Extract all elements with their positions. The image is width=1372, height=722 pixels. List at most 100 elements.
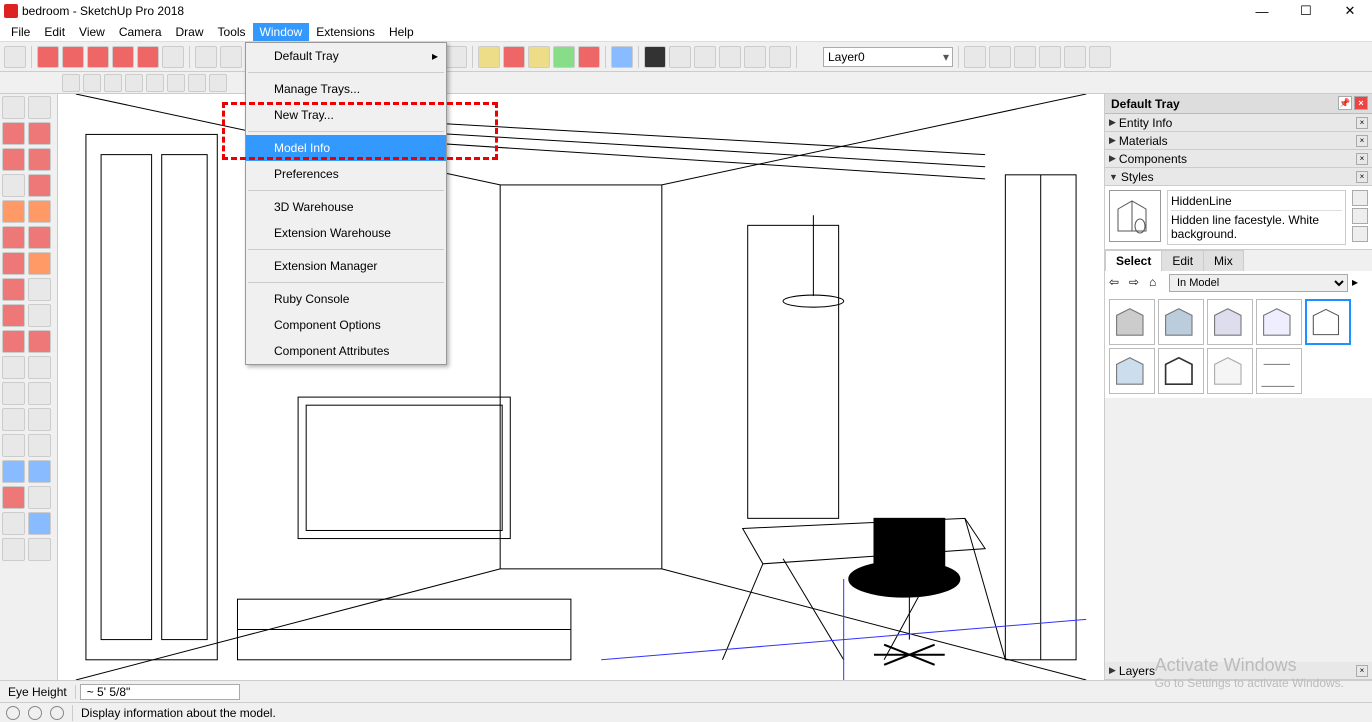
details-icon[interactable]: ▸ [1352,275,1368,291]
home-icon[interactable]: ⌂ [1149,275,1165,291]
freehand-icon[interactable] [28,148,51,171]
pie-icon[interactable] [28,252,51,275]
offset-icon[interactable] [220,46,242,68]
tool-icon[interactable] [578,46,600,68]
style-thumb[interactable] [1109,299,1155,345]
style-thumb[interactable] [1207,299,1253,345]
menu-item-model-info[interactable]: Model Info [246,135,446,161]
polygon-icon[interactable] [28,200,51,223]
tool-icon[interactable] [104,74,122,92]
scale-icon[interactable] [2,330,25,353]
tool-icon[interactable] [611,46,633,68]
menu-item-component-attributes[interactable]: Component Attributes [246,338,446,364]
arc2-icon[interactable] [28,226,51,249]
info-icon[interactable] [28,706,42,720]
tool-icon[interactable] [1064,46,1086,68]
rectangle-tool-icon[interactable] [112,46,134,68]
style-new-icon[interactable] [1352,208,1368,224]
3dtext-icon[interactable] [28,408,51,431]
tool-icon[interactable] [503,46,525,68]
rotated-rect-icon[interactable] [28,174,51,197]
close-tray-icon[interactable]: × [1354,96,1368,110]
panel-layers[interactable]: ▶ Layers × [1105,662,1372,680]
style-refresh-icon[interactable] [1352,226,1368,242]
arc-tool-icon[interactable] [87,46,109,68]
circle-tool-icon[interactable] [137,46,159,68]
tool-icon[interactable] [28,96,51,119]
tray-title[interactable]: Default Tray 📌 × [1105,94,1372,114]
panel-entity-info[interactable]: ▶ Entity Info × [1105,114,1372,132]
tool-icon[interactable] [188,74,206,92]
layer-dropdown[interactable]: Layer0 [823,47,953,67]
menu-file[interactable]: File [4,23,37,41]
tab-mix[interactable]: Mix [1203,250,1244,271]
pan-icon[interactable] [28,434,51,457]
tool-icon[interactable] [167,74,185,92]
style-thumb-selected[interactable] [1305,299,1351,345]
tool-icon[interactable] [528,46,550,68]
settings-icon[interactable] [769,46,791,68]
section-icon[interactable] [28,538,51,561]
select-tool-icon[interactable] [4,46,26,68]
zoom-icon[interactable] [2,460,25,483]
tool-icon[interactable] [719,46,741,68]
tool-icon[interactable] [694,46,716,68]
menu-item-3d-warehouse[interactable]: 3D Warehouse [246,194,446,220]
style-thumb[interactable] [1207,348,1253,394]
arc-icon[interactable] [2,226,25,249]
menu-item-component-options[interactable]: Component Options [246,312,446,338]
zoomwindow-icon[interactable] [28,460,51,483]
panel-materials[interactable]: ▶ Materials × [1105,132,1372,150]
line-tool-icon[interactable] [62,46,84,68]
menu-item-extension-warehouse[interactable]: Extension Warehouse [246,220,446,246]
zoomext-icon[interactable] [2,486,25,509]
pushpull-icon[interactable] [195,46,217,68]
arc3-icon[interactable] [2,252,25,275]
menu-item-ruby-console[interactable]: Ruby Console [246,286,446,312]
viewport[interactable] [58,94,1104,680]
nav-forward-icon[interactable]: ⇨ [1129,275,1145,291]
previous-icon[interactable] [28,486,51,509]
pin-icon[interactable]: 📌 [1338,96,1352,110]
tool-icon[interactable] [62,74,80,92]
orbit-icon[interactable] [2,434,25,457]
tape-icon[interactable] [2,356,25,379]
menu-view[interactable]: View [72,23,112,41]
menu-item-default-tray[interactable]: Default Tray [246,43,446,69]
tab-select[interactable]: Select [1105,250,1162,271]
tool-icon[interactable] [1014,46,1036,68]
stop-icon[interactable] [669,46,691,68]
panel-close-icon[interactable]: × [1356,117,1368,129]
style-thumb[interactable] [1256,348,1302,394]
panel-close-icon[interactable]: × [1356,171,1368,183]
tool-icon[interactable] [83,74,101,92]
menu-extensions[interactable]: Extensions [309,23,382,41]
close-button[interactable]: ✕ [1328,0,1372,22]
warehouse-icon[interactable] [964,46,986,68]
tool-icon[interactable] [28,122,51,145]
walk-icon[interactable] [2,538,25,561]
tool-icon[interactable] [146,74,164,92]
tool-icon[interactable] [1089,46,1111,68]
tool-icon[interactable] [1039,46,1061,68]
tool-icon[interactable] [989,46,1011,68]
tool-icon[interactable] [162,46,184,68]
tool-icon[interactable] [553,46,575,68]
axes-icon[interactable] [2,408,25,431]
menu-tools[interactable]: Tools [211,23,253,41]
tool-icon[interactable] [125,74,143,92]
menu-edit[interactable]: Edit [37,23,72,41]
menu-item-manage-trays[interactable]: Manage Trays... [246,76,446,102]
dimension-icon[interactable] [28,356,51,379]
measure-value[interactable]: ~ 5' 5/8" [80,684,240,700]
style-update-icon[interactable] [1352,190,1368,206]
text-icon[interactable] [28,382,51,405]
panel-close-icon[interactable]: × [1356,135,1368,147]
menu-help[interactable]: Help [382,23,421,41]
pushpull-icon[interactable] [28,278,51,301]
protractor-icon[interactable] [2,382,25,405]
move-icon[interactable] [2,278,25,301]
eraser-tool-icon[interactable] [37,46,59,68]
offset-icon[interactable] [28,330,51,353]
select-tool-icon[interactable] [2,96,25,119]
